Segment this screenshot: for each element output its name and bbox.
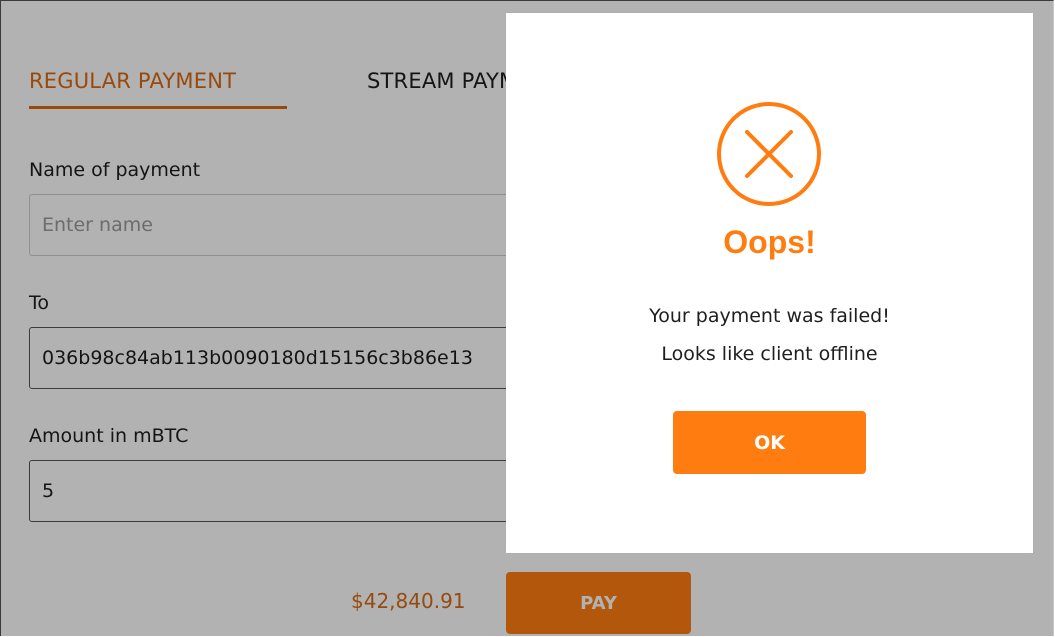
dialog-message-line-1: Your payment was failed! [649, 305, 890, 327]
dialog-title: Oops! [723, 224, 816, 260]
circle-x-icon [717, 102, 821, 206]
dialog-message-line-2: Looks like client offline [661, 343, 878, 365]
payment-window: REGULAR PAYMENT STREAM PAYMENT Name of p… [0, 0, 1054, 636]
ok-button[interactable]: OK [673, 411, 866, 474]
error-dialog: Oops! Your payment was failed! Looks lik… [506, 13, 1033, 553]
